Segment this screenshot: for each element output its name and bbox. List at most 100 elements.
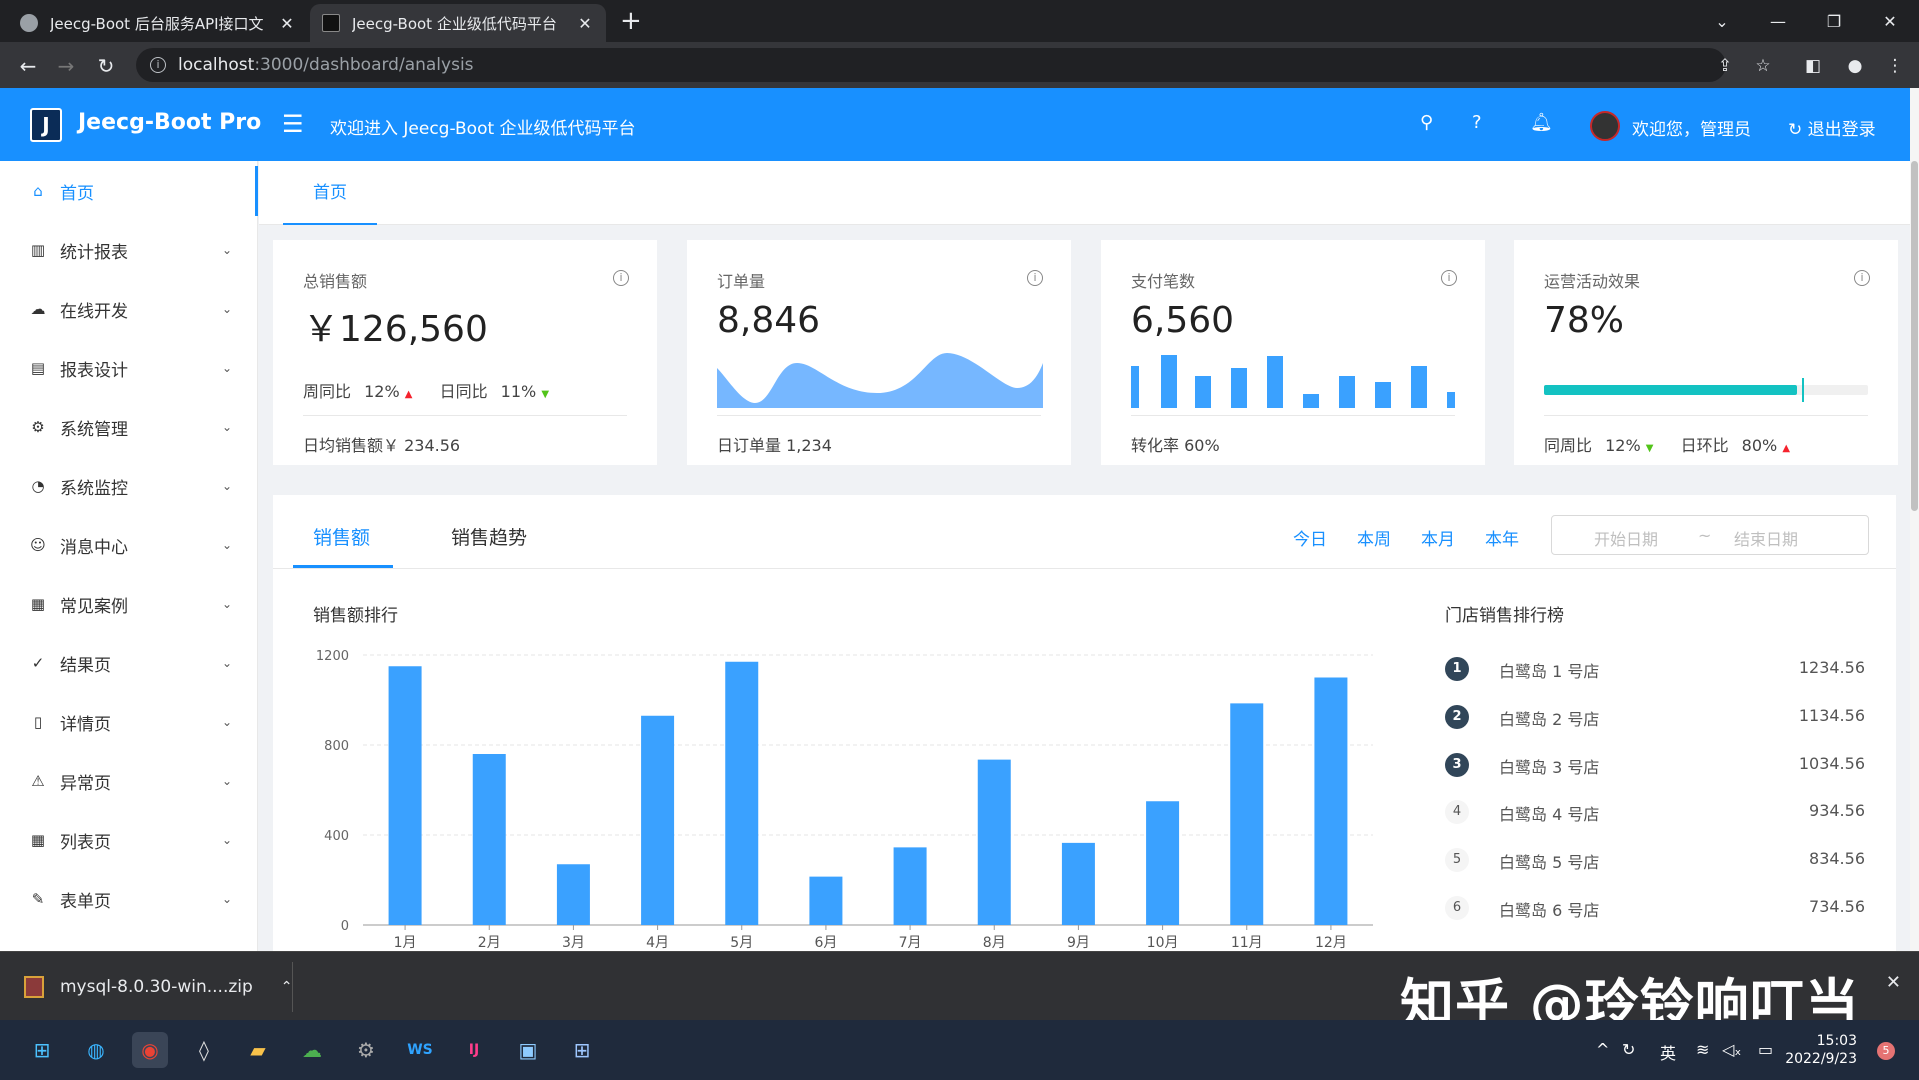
browser-menu-icon[interactable]: ⋮ — [1884, 55, 1906, 77]
dod-value: 11% — [500, 382, 537, 401]
ime-indicator[interactable]: 英 — [1660, 1040, 1676, 1064]
sidebar-item-report-design[interactable]: ▤ 报表设计 ⌄ — [0, 343, 258, 393]
volume-muted-icon[interactable]: ◁ₓ — [1722, 1040, 1741, 1059]
sidebar-item-detail[interactable]: ▯ 详情页 ⌄ — [0, 697, 258, 747]
reload-icon[interactable]: ↻ — [92, 52, 120, 80]
bookmark-star-icon[interactable]: ☆ — [1752, 55, 1774, 77]
range-year[interactable]: 本年 — [1485, 525, 1519, 550]
bell-icon[interactable]: 🔔︎ — [1530, 112, 1553, 133]
profile-icon: ▯ — [33, 713, 43, 731]
search-icon[interactable]: ⚲ — [1420, 112, 1433, 133]
sidebar-item-form[interactable]: ✎ 表单页 ⌄ — [0, 874, 258, 924]
cloud-icon: ☁ — [30, 300, 46, 318]
wechat-icon[interactable]: ☁ — [294, 1032, 330, 1068]
sidebar-item-monitor[interactable]: ◔ 系统监控 ⌄ — [0, 461, 258, 511]
network-app-icon[interactable]: ⊞ — [564, 1032, 600, 1068]
sidebar: ⌂ 首页 ▥ 统计报表 ⌄ ☁ 在线开发 ⌄ ▤ 报表设计 ⌄ ⚙ 系统管理 ⌄ ◔ 系统监控 ⌄ ☺… — [0, 161, 258, 951]
forward-icon[interactable]: → — [52, 52, 80, 80]
address-bar: ← → ↻ i localhost:3000/dashboard/analysi… — [0, 42, 1919, 88]
wifi-icon[interactable]: ≋ — [1696, 1040, 1709, 1059]
tab-home[interactable]: 首页 — [283, 179, 377, 225]
card-title: 总销售额 — [303, 272, 368, 291]
logout-label: 退出登录 — [1807, 120, 1876, 140]
info-icon[interactable]: i — [1441, 270, 1457, 286]
chrome-icon[interactable]: ◉ — [132, 1032, 168, 1068]
end-date-input[interactable]: 结束日期 — [1734, 526, 1798, 550]
help-icon[interactable]: ? — [1472, 112, 1482, 133]
sidebar-item-label: 系统监控 — [60, 478, 128, 499]
bar — [1230, 703, 1264, 925]
store-sales: 934.56 — [1809, 801, 1865, 820]
info-icon[interactable]: i — [1854, 270, 1870, 286]
close-icon[interactable]: ✕ — [1886, 972, 1901, 993]
app-icon[interactable]: ◊ — [186, 1032, 222, 1068]
mini-bar — [1195, 376, 1211, 408]
info-icon[interactable]: i — [1027, 270, 1043, 286]
range-week[interactable]: 本周 — [1357, 525, 1391, 550]
sidebar-item-label: 详情页 — [60, 714, 111, 735]
progress-fill — [1544, 385, 1797, 395]
sidebar-item-reports[interactable]: ▥ 统计报表 ⌄ — [0, 225, 258, 275]
close-icon[interactable]: ✕ — [278, 14, 296, 33]
tab-title: Jeecg-Boot 企业级低代码平台 — [352, 14, 557, 33]
bar — [1314, 677, 1348, 925]
webstorm-icon[interactable]: WS — [402, 1032, 438, 1068]
chevron-up-icon[interactable]: ^ — [1596, 1040, 1609, 1059]
sidebar-item-home[interactable]: ⌂ 首页 — [0, 166, 258, 216]
sidebar-item-label: 消息中心 — [60, 537, 128, 558]
sidepanel-icon[interactable]: ◧ — [1802, 55, 1824, 77]
start-date-input[interactable]: 开始日期 — [1594, 526, 1658, 550]
scrollbar-thumb[interactable] — [1911, 161, 1918, 511]
bar-chart-icon: ▥ — [30, 241, 46, 259]
site-info-icon[interactable]: i — [150, 57, 166, 73]
sidebar-item-list[interactable]: ▦ 列表页 ⌄ — [0, 815, 258, 865]
chevron-up-icon[interactable]: ⌃ — [281, 979, 293, 995]
mini-bar — [1411, 366, 1427, 408]
battery-icon[interactable]: ▭ — [1758, 1040, 1773, 1059]
browser-tab-api-docs[interactable]: Jeecg-Boot 后台服务API接口文 ✕ — [8, 4, 308, 42]
windows-start-icon[interactable]: ⊞ — [24, 1032, 60, 1068]
back-icon[interactable]: ← — [14, 52, 42, 80]
card-divider — [1544, 415, 1868, 416]
range-month[interactable]: 本月 — [1421, 525, 1455, 550]
tab-search-icon[interactable]: ⌄ — [1694, 0, 1750, 42]
sync-icon[interactable]: ↻ — [1622, 1040, 1635, 1059]
window-app-icon[interactable]: ▣ — [510, 1032, 546, 1068]
sidebar-item-result[interactable]: ✓ 结果页 ⌄ — [0, 638, 258, 688]
intellij-icon[interactable]: IJ — [456, 1032, 492, 1068]
mini-bar — [1267, 356, 1283, 408]
range-today[interactable]: 今日 — [1293, 525, 1327, 550]
sidebar-item-exception[interactable]: ⚠ 异常页 ⌄ — [0, 756, 258, 806]
maximize-icon[interactable]: ❐ — [1806, 0, 1862, 42]
minimize-icon[interactable]: — — [1750, 0, 1806, 42]
sidebar-item-online-dev[interactable]: ☁ 在线开发 ⌄ — [0, 284, 258, 334]
sidebar-item-examples[interactable]: ▦ 常见案例 ⌄ — [0, 579, 258, 629]
profile-icon[interactable]: ● — [1844, 55, 1866, 77]
tab-sales[interactable]: 销售额 — [313, 523, 370, 550]
new-tab-button[interactable]: + — [620, 8, 642, 34]
logout-button[interactable]: ↻ 退出登录 — [1788, 115, 1876, 140]
wow-value: 12% — [364, 382, 400, 401]
settings-app-icon[interactable]: ⚙ — [348, 1032, 384, 1068]
tab-sales-trend[interactable]: 销售趋势 — [451, 523, 527, 550]
info-icon[interactable]: i — [613, 270, 629, 286]
browser-tab-jeecg[interactable]: Jeecg-Boot 企业级低代码平台 ✕ — [310, 4, 606, 42]
menu-fold-icon[interactable]: ☰ — [282, 110, 304, 138]
url-input[interactable]: i localhost:3000/dashboard/analysis — [136, 48, 1726, 82]
date-range-picker[interactable]: 开始日期 ~ 结束日期 — [1551, 515, 1869, 555]
progress-target-marker — [1802, 378, 1804, 402]
message-icon: ☺ — [30, 536, 46, 554]
sidebar-item-messages[interactable]: ☺ 消息中心 ⌄ — [0, 520, 258, 570]
notification-badge[interactable]: 5 — [1877, 1042, 1895, 1060]
window-close-icon[interactable]: ✕ — [1862, 0, 1918, 42]
x-tick-label: 8月 — [983, 935, 1006, 951]
share-icon[interactable]: ⇪ — [1714, 55, 1736, 77]
edge-icon[interactable]: ◍ — [78, 1032, 114, 1068]
user-greeting[interactable]: 欢迎您，管理员 — [1632, 115, 1751, 140]
avatar[interactable] — [1590, 111, 1620, 141]
download-item[interactable]: mysql-8.0.30-win....zip ⌃ — [24, 972, 293, 1002]
folder-icon[interactable]: ▰ — [240, 1032, 276, 1068]
close-icon[interactable]: ✕ — [576, 14, 594, 33]
sidebar-item-system[interactable]: ⚙ 系统管理 ⌄ — [0, 402, 258, 452]
system-clock[interactable]: 15:03 2022/9/23 — [1785, 1032, 1857, 1068]
